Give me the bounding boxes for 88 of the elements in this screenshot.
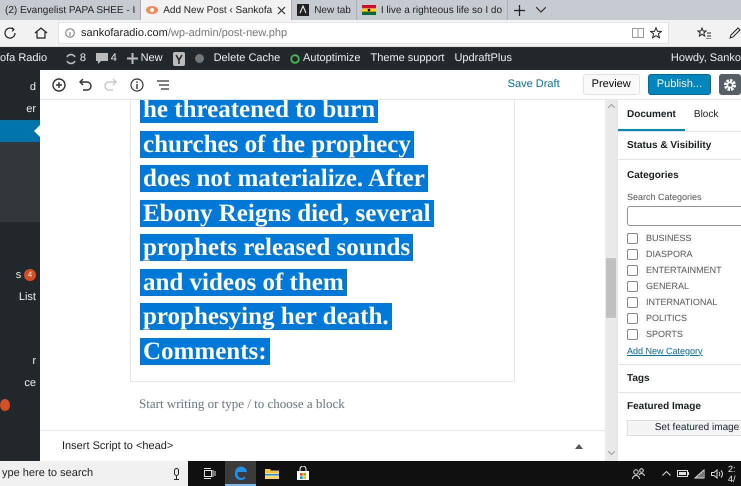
checkbox-label: ENTERTAINMENT: [646, 264, 722, 277]
preview-button[interactable]: Preview: [582, 74, 640, 95]
people-icon[interactable]: [632, 468, 644, 479]
menu-item[interactable]: d: [30, 78, 36, 96]
sidebar-tab[interactable]: Document: [618, 100, 685, 131]
refresh-icon: [65, 52, 78, 64]
sidebar-tab[interactable]: Block: [684, 100, 728, 131]
microphone-icon[interactable]: [173, 468, 180, 480]
taskbar-search[interactable]: ype here to search: [0, 461, 188, 486]
status-dot-icon: [194, 54, 204, 63]
checkbox[interactable]: [627, 265, 638, 276]
address-bar[interactable]: sankofaradio.com/wp-admin/post-new.php: [58, 22, 669, 44]
favorites-icon[interactable]: [697, 27, 711, 39]
greeting-link[interactable]: Howdy, Sanko: [670, 50, 741, 67]
checkbox[interactable]: [627, 297, 638, 308]
plus-icon: [126, 53, 138, 64]
menu-item[interactable]: ce: [24, 374, 36, 392]
page-icon: [297, 4, 310, 16]
section-header[interactable]: Status & Visibility: [618, 132, 741, 160]
info-icon: [65, 28, 75, 38]
comment-icon: [96, 53, 108, 64]
outline-icon[interactable]: [156, 78, 170, 92]
checkbox[interactable]: [627, 313, 638, 324]
menu-item[interactable]: er: [26, 100, 36, 118]
favicon-icon: [146, 5, 158, 15]
clock-text[interactable]: 2: 4/: [728, 464, 740, 484]
autoptimize-link[interactable]: Autoptimize: [290, 50, 360, 67]
task-view-icon: [204, 468, 216, 479]
menu-item[interactable]: s: [16, 266, 22, 284]
checkbox-label: DIASPORA: [646, 248, 693, 261]
collapse-icon[interactable]: [575, 444, 583, 448]
publish-button[interactable]: Publish...: [648, 74, 711, 95]
search-field[interactable]: [627, 206, 741, 226]
menu-item[interactable]: r: [32, 352, 36, 370]
menu-item[interactable]: List: [18, 288, 36, 306]
new-content-link[interactable]: New: [126, 50, 163, 67]
field-label: Search Categories: [627, 191, 703, 204]
checkbox[interactable]: [627, 281, 638, 292]
wifi-icon[interactable]: [694, 468, 705, 478]
chevron-up-icon[interactable]: [662, 471, 671, 476]
section-header[interactable]: Tags: [618, 365, 741, 393]
section-header[interactable]: Categories: [618, 160, 741, 189]
flag-icon: [362, 5, 376, 15]
block-placeholder[interactable]: Start writing or type / to choose a block: [40, 382, 605, 430]
close-icon[interactable]: [277, 6, 286, 14]
edge-icon: [232, 464, 248, 480]
undo-icon[interactable]: [78, 78, 92, 92]
site-name-link[interactable]: ofa Radio: [0, 50, 48, 67]
menu-item[interactable]: [0, 120, 40, 142]
meta-box-title[interactable]: Insert Script to <head>: [62, 438, 174, 454]
admin-bar-link[interactable]: Theme support: [370, 50, 444, 67]
info-icon[interactable]: [130, 78, 144, 92]
home-icon[interactable]: [34, 27, 48, 39]
settings-button[interactable]: [719, 74, 741, 95]
new-tab-icon[interactable]: [514, 4, 525, 16]
volume-icon[interactable]: [710, 468, 722, 478]
chevron-down-icon[interactable]: [536, 7, 546, 13]
star-icon[interactable]: [650, 27, 662, 39]
comments-link[interactable]: 4: [96, 50, 117, 67]
y-logo-icon[interactable]: [172, 52, 185, 66]
browser-tab[interactable]: Add New Post ‹ Sankofa: [141, 0, 292, 20]
admin-bar-link[interactable]: Delete Cache: [214, 50, 280, 67]
reading-view-icon[interactable]: [632, 28, 644, 38]
section-header[interactable]: Featured Image: [618, 393, 741, 420]
checkbox[interactable]: [627, 249, 638, 260]
refresh-icon[interactable]: [4, 27, 16, 39]
save-draft-link[interactable]: Save Draft: [506, 75, 561, 94]
updates-link[interactable]: 8: [65, 50, 86, 67]
add-block-icon[interactable]: [52, 78, 66, 92]
count-badge: 4: [24, 269, 36, 281]
scrollbar-thumb[interactable]: [606, 258, 616, 318]
status-ring-icon: [290, 54, 300, 64]
checkbox-label: GENERAL: [646, 280, 690, 293]
admin-bar-link[interactable]: UpdraftPlus: [454, 50, 512, 67]
store-icon: [294, 466, 310, 482]
checkbox-label: SPORTS: [646, 328, 683, 341]
count-badge: [0, 399, 10, 411]
set-image-button[interactable]: Set featured image: [627, 420, 741, 436]
url-text: sankofaradio.com/wp-admin/post-new.php: [81, 26, 288, 41]
checkbox-label: POLITICS: [646, 312, 688, 325]
checkbox[interactable]: [627, 233, 638, 244]
checkbox-label: BUSINESS: [646, 232, 692, 245]
gear-icon: [723, 78, 737, 92]
checkbox[interactable]: [627, 329, 638, 340]
pen-icon[interactable]: [729, 27, 741, 39]
add-category-link[interactable]: Add New Category: [627, 344, 703, 358]
checkbox-label: INTERNATIONAL: [646, 296, 718, 309]
battery-icon[interactable]: [676, 470, 688, 477]
